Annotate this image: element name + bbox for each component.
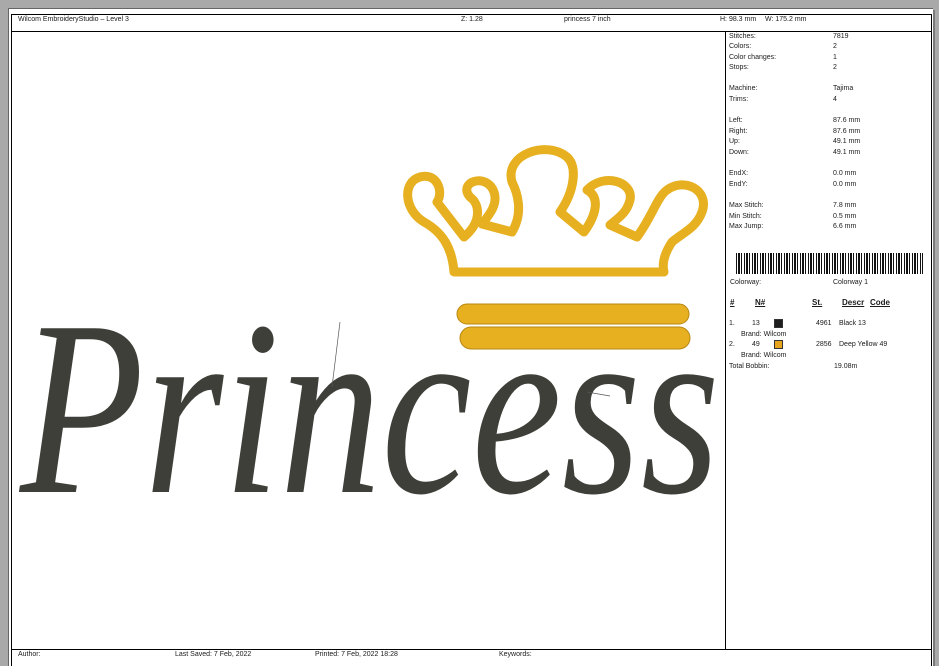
color-row-description: Black 13 (839, 320, 866, 327)
stat-value: 0.0 mm (833, 170, 857, 177)
design-name: princess 7 inch (564, 16, 611, 23)
barcode (736, 253, 923, 274)
column-header-n: N# (755, 298, 766, 307)
color-row-number: 2. (729, 341, 735, 348)
column-header-code: Code (870, 298, 890, 307)
stat-label: Trims: (729, 96, 749, 103)
stat-label: EndX: (729, 170, 749, 177)
colorway-value: Colorway 1 (833, 279, 869, 286)
zoom-label: Z: 1.28 (461, 16, 483, 23)
stat-value: 49.1 mm (833, 138, 861, 145)
stat-label: Min Stitch: (729, 213, 762, 220)
stat-label: Stitches: (729, 33, 756, 40)
stat-value: 87.6 mm (833, 117, 861, 124)
column-header-descr: Descr (842, 298, 865, 307)
design-canvas: Princess (18, 145, 720, 547)
stat-value: 7.8 mm (833, 202, 857, 209)
worksheet-page: Wilcom EmbroideryStudio – Level 3 Z: 1.2… (8, 8, 933, 666)
color-swatch (774, 340, 783, 349)
panel-divider (725, 31, 726, 649)
stat-label: Down: (729, 149, 749, 156)
stat-label: Max Stitch: (729, 202, 764, 209)
color-row-description: Deep Yellow 49 (839, 341, 888, 348)
stat-label: Left: (729, 117, 743, 124)
total-bobbin-label: Total Bobbin: (729, 363, 770, 370)
color-row-stitches: 2856 (816, 341, 832, 348)
stat-value: 0.5 mm (833, 213, 857, 220)
stat-value: 0.0 mm (833, 181, 857, 188)
color-row-brand: Brand: Wilcom (741, 331, 787, 338)
column-header-stitches: St. (812, 298, 823, 307)
color-row-code: 13 (752, 320, 760, 327)
stat-value: 4 (833, 96, 837, 103)
print-preview-background: Wilcom EmbroideryStudio – Level 3 Z: 1.2… (0, 0, 939, 666)
column-header-number: # (730, 298, 735, 307)
stat-value: 1 (833, 54, 837, 61)
footer-divider (11, 649, 932, 650)
frame-top-line (11, 14, 932, 15)
total-bobbin-value: 19.08m (834, 363, 858, 370)
stat-label: EndY: (729, 181, 748, 188)
stat-value: 49.1 mm (833, 149, 861, 156)
stat-label: Stops: (729, 64, 749, 71)
color-row-stitches: 4961 (816, 320, 832, 327)
stat-label: Machine: (729, 85, 758, 92)
stat-label: Up: (729, 138, 740, 145)
footer-author: Author: (18, 651, 41, 658)
stat-label: Colors: (729, 43, 752, 50)
design-width: W: 175.2 mm (765, 16, 807, 23)
stat-value: 6.6 mm (833, 223, 857, 230)
footer-printed: Printed: 7 Feb, 2022 18:28 (315, 651, 398, 658)
stat-value: 87.6 mm (833, 128, 861, 135)
stat-label: Right: (729, 128, 748, 135)
colorway-label: Colorway: (730, 279, 762, 286)
stat-value: 2 (833, 64, 837, 71)
design-height: H: 98.3 mm (720, 16, 757, 23)
crown-outline (403, 145, 708, 277)
footer-keywords: Keywords: (499, 651, 532, 658)
stat-value: 7819 (833, 33, 849, 40)
color-swatch (774, 319, 783, 328)
color-row-number: 1. (729, 320, 735, 327)
frame-right-line (931, 14, 932, 666)
color-row-code: 49 (752, 341, 760, 348)
color-row-brand: Brand: Wilcom (741, 352, 787, 359)
stat-value: Tajima (833, 85, 854, 92)
princess-embroidery-text: Princess (18, 270, 720, 547)
footer-last-saved: Last Saved: 7 Feb, 2022 (175, 651, 252, 658)
stat-label: Color changes: (729, 54, 777, 61)
app-title: Wilcom EmbroideryStudio – Level 3 (18, 16, 129, 23)
stat-label: Max Jump: (729, 223, 764, 230)
stat-value: 2 (833, 43, 837, 50)
